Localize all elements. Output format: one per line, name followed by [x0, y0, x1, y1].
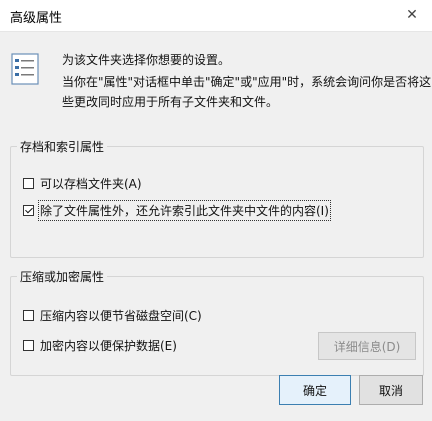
encrypt-checkbox-label: 加密内容以便保护数据(E) — [40, 339, 177, 353]
archive-index-group: 存档和索引属性 可以存档文件夹(A) 除了文件属性外，还允许索引此文件夹中文件的… — [10, 138, 424, 258]
ok-button[interactable]: 确定 — [279, 375, 351, 405]
intro-text-2: 当你在"属性"对话框中单击"确定"或"应用"时，系统会询问你是否将这 些更改同时… — [62, 72, 432, 112]
settings-list-icon — [11, 53, 39, 85]
compress-checkbox-row[interactable]: 压缩内容以便节省磁盘空间(C) — [23, 307, 202, 324]
encrypt-checkbox-row[interactable]: 加密内容以便保护数据(E) — [23, 337, 177, 354]
index-checkbox[interactable] — [23, 205, 34, 216]
index-checkbox-row[interactable]: 除了文件属性外，还允许索引此文件夹中文件的内容(I) — [23, 200, 331, 221]
archive-checkbox-row[interactable]: 可以存档文件夹(A) — [23, 175, 142, 192]
window-title: 高级属性 — [10, 11, 63, 26]
index-checkbox-label: 除了文件属性外，还允许索引此文件夹中文件的内容(I) — [38, 200, 331, 221]
compress-encrypt-group: 压缩或加密属性 压缩内容以便节省磁盘空间(C) 加密内容以便保护数据(E) — [10, 268, 424, 376]
dialog-body: 为该文件夹选择你想要的设置。 当你在"属性"对话框中单击"确定"或"应用"时，系… — [0, 32, 432, 421]
archive-checkbox[interactable] — [23, 178, 34, 189]
compress-group-label: 压缩或加密属性 — [17, 268, 108, 285]
close-icon: ✕ — [406, 7, 418, 23]
title-bar: 高级属性 ✕ — [0, 0, 432, 32]
intro-text-1: 为该文件夹选择你想要的设置。 — [62, 53, 231, 67]
intro-text-2-line-2: 些更改同时应用于所有子文件夹和文件。 — [62, 95, 279, 109]
details-button[interactable]: 详细信息(D) — [318, 332, 416, 360]
archive-group-label: 存档和索引属性 — [17, 138, 108, 155]
close-button[interactable]: ✕ — [392, 0, 432, 30]
compress-checkbox[interactable] — [23, 310, 34, 321]
archive-checkbox-label: 可以存档文件夹(A) — [40, 177, 142, 191]
cancel-button[interactable]: 取消 — [359, 375, 423, 405]
encrypt-checkbox[interactable] — [23, 340, 34, 351]
compress-checkbox-label: 压缩内容以便节省磁盘空间(C) — [40, 309, 202, 323]
intro-text-2-line-1: 当你在"属性"对话框中单击"确定"或"应用"时，系统会询问你是否将这 — [62, 75, 432, 89]
